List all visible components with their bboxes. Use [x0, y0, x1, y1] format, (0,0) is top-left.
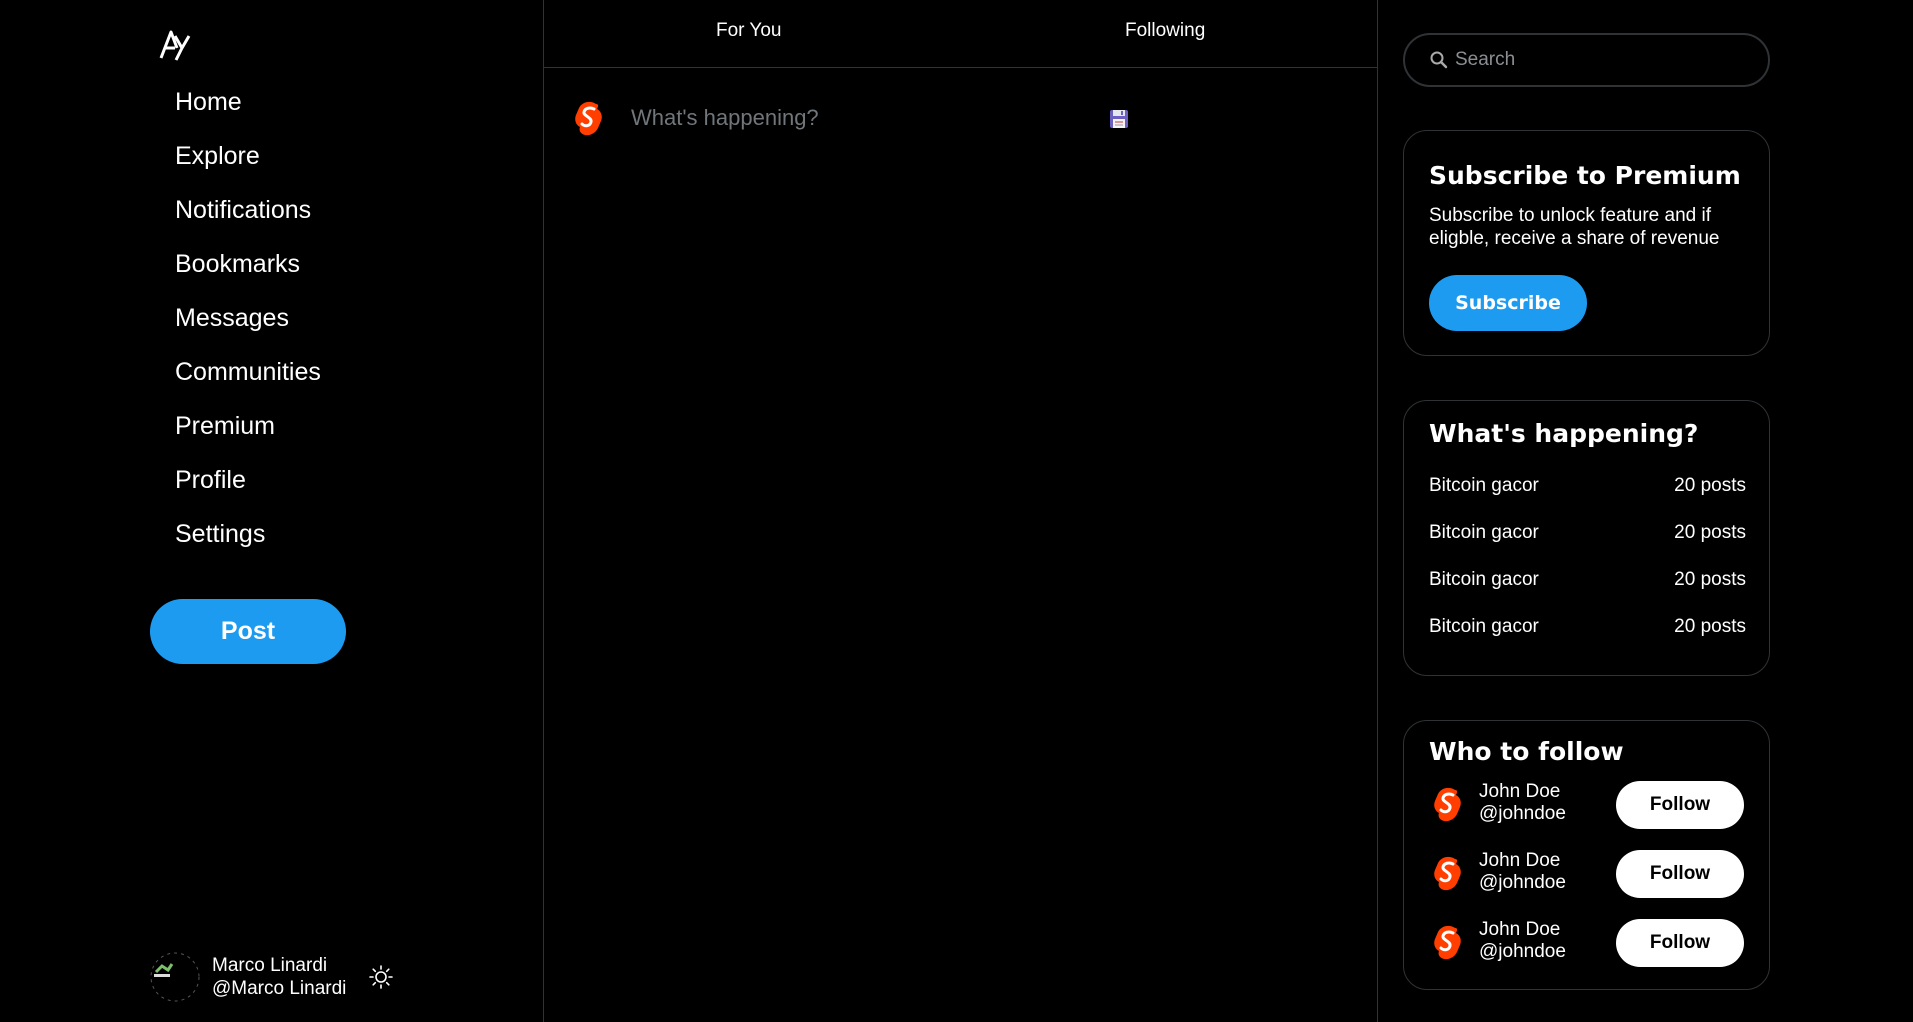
premium-title: Subscribe to Premium [1429, 161, 1741, 190]
trends-title: What's happening? [1429, 419, 1699, 448]
trend-count: 20 posts [1674, 616, 1746, 637]
sun-icon[interactable] [368, 964, 394, 990]
search-box[interactable] [1403, 33, 1770, 87]
trend-count: 20 posts [1674, 569, 1746, 590]
follow-user-info[interactable]: John Doe @johndoe [1479, 850, 1566, 894]
trend-item[interactable]: Bitcoin gacor 20 posts [1429, 616, 1746, 638]
floppy-disk-icon[interactable] [1109, 109, 1129, 129]
subscribe-button[interactable]: Subscribe [1429, 275, 1587, 331]
svelte-logo-icon[interactable] [1429, 923, 1465, 961]
avatar[interactable] [150, 952, 200, 1002]
tab-for-you[interactable]: For You [716, 20, 782, 42]
follow-user-handle: @johndoe [1479, 803, 1566, 824]
right-sidebar: Subscribe to Premium Subscribe to unlock… [1378, 0, 1913, 1022]
follow-user-name: John Doe [1479, 850, 1561, 871]
tab-following[interactable]: Following [1125, 20, 1205, 42]
nav-item-communities[interactable]: Communities [175, 345, 321, 399]
trend-item[interactable]: Bitcoin gacor 20 posts [1429, 569, 1746, 591]
trend-item[interactable]: Bitcoin gacor 20 posts [1429, 522, 1746, 544]
svelte-logo-icon [575, 101, 602, 136]
nav-item-messages[interactable]: Messages [175, 291, 321, 345]
nav-item-bookmarks[interactable]: Bookmarks [175, 237, 321, 291]
follow-suggestion: John Doe @johndoe Follow [1429, 781, 1749, 829]
follow-button[interactable]: Follow [1616, 850, 1744, 898]
user-info: Marco Linardi @Marco Linardi [212, 954, 346, 1000]
trend-topic: Bitcoin gacor [1429, 475, 1539, 496]
feed-tabs: For You Following [544, 0, 1377, 68]
premium-card: Subscribe to Premium Subscribe to unlock… [1403, 130, 1770, 356]
app-root: Home Explore Notifications Bookmarks Mes… [0, 0, 1913, 1022]
follow-user-name: John Doe [1479, 919, 1561, 940]
premium-description: Subscribe to unlock feature and if eligb… [1429, 205, 1720, 249]
follow-suggestion: John Doe @johndoe Follow [1429, 919, 1749, 967]
follow-button[interactable]: Follow [1616, 781, 1744, 829]
who-to-follow-title: Who to follow [1429, 737, 1624, 766]
user-card[interactable]: Marco Linardi @Marco Linardi [150, 952, 393, 1002]
search-icon [1430, 51, 1448, 69]
follow-user-handle: @johndoe [1479, 872, 1566, 893]
trend-count: 20 posts [1674, 475, 1746, 496]
follow-button[interactable]: Follow [1616, 919, 1744, 967]
nav-item-explore[interactable]: Explore [175, 129, 321, 183]
nav-item-notifications[interactable]: Notifications [175, 183, 321, 237]
left-sidebar: Home Explore Notifications Bookmarks Mes… [0, 0, 543, 1022]
nav-item-premium[interactable]: Premium [175, 399, 321, 453]
ay-logo-icon[interactable] [158, 26, 194, 62]
search-input[interactable] [1455, 35, 1755, 85]
broken-image-icon [150, 952, 200, 1002]
nav-item-profile[interactable]: Profile [175, 453, 321, 507]
nav-item-home[interactable]: Home [175, 75, 321, 129]
trends-card: What's happening? Bitcoin gacor 20 posts… [1403, 400, 1770, 676]
who-to-follow-card: Who to follow John Doe @johndoe Follow J… [1403, 720, 1770, 990]
compose-input[interactable] [631, 104, 1091, 132]
follow-user-handle: @johndoe [1479, 941, 1566, 962]
trend-topic: Bitcoin gacor [1429, 522, 1539, 543]
trend-count: 20 posts [1674, 522, 1746, 543]
nav-item-settings[interactable]: Settings [175, 507, 321, 561]
post-button[interactable]: Post [150, 599, 346, 664]
follow-user-name: John Doe [1479, 781, 1561, 802]
trend-topic: Bitcoin gacor [1429, 616, 1539, 637]
user-name: Marco Linardi [212, 955, 328, 976]
follow-suggestion: John Doe @johndoe Follow [1429, 850, 1749, 898]
follow-user-info[interactable]: John Doe @johndoe [1479, 919, 1566, 963]
main-nav: Home Explore Notifications Bookmarks Mes… [175, 75, 321, 561]
follow-user-info[interactable]: John Doe @johndoe [1479, 781, 1566, 825]
feed-column: For You Following [543, 0, 1378, 1022]
trend-topic: Bitcoin gacor [1429, 569, 1539, 590]
trend-item[interactable]: Bitcoin gacor 20 posts [1429, 475, 1746, 497]
user-handle: @Marco Linardi [212, 978, 347, 999]
svelte-logo-icon[interactable] [1429, 785, 1465, 823]
svelte-logo-icon[interactable] [1429, 854, 1465, 892]
